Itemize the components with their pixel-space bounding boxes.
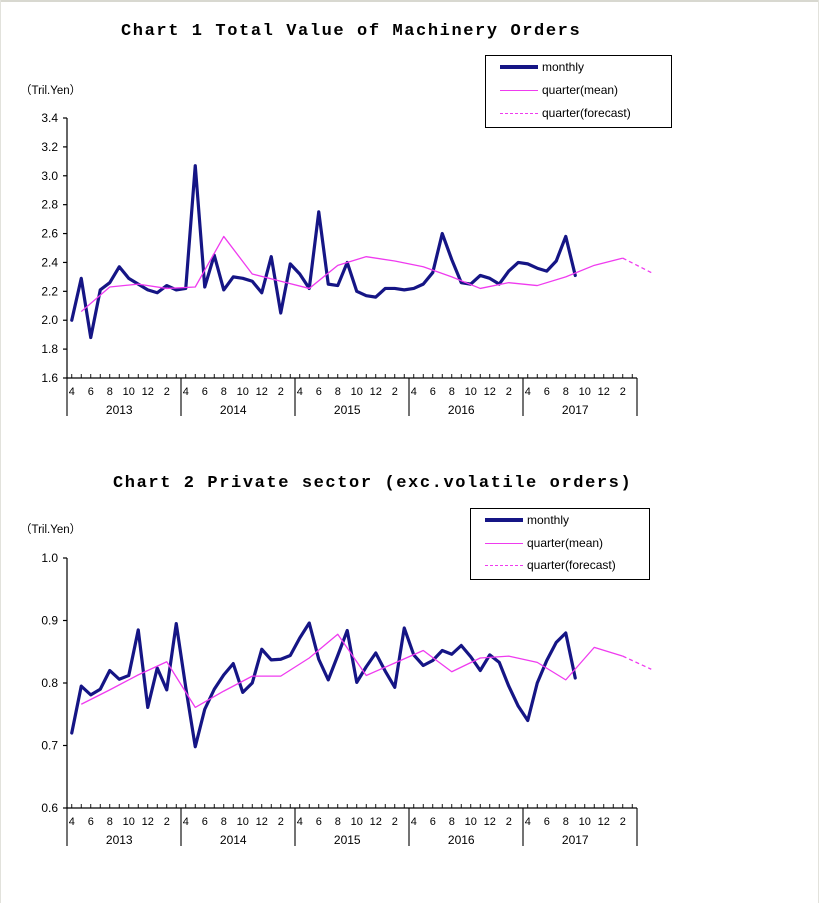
x-tick-month-label: 12	[598, 816, 610, 828]
x-axis-year-label: 2015	[334, 833, 361, 847]
x-tick-month-label: 4	[525, 386, 531, 398]
x-tick-month-label: 2	[506, 816, 512, 828]
x-tick-month-label: 4	[69, 816, 75, 828]
x-tick-month-label: 12	[256, 386, 268, 398]
x-tick-month-label: 4	[411, 386, 417, 398]
y-tick-label: 2.0	[41, 313, 58, 327]
chart1-plot: 3.4 3.2 3.0 2.8 2.6 2.4 2.2 2.0 1.8 1.6 4 6 8 10 12 2 20…	[0, 0, 819, 450]
x-tick-month-label: 2	[620, 386, 626, 398]
x-tick-month-label: 4	[525, 816, 531, 828]
x-tick-month-label: 2	[164, 386, 170, 398]
x-tick-month-label: 6	[544, 816, 550, 828]
x-tick-month-label: 6	[202, 816, 208, 828]
x-axis-year-label: 2016	[448, 403, 475, 417]
x-tick-month-label: 10	[465, 816, 477, 828]
x-tick-month-label: 2	[278, 386, 284, 398]
x-axis-year-label: 2014	[220, 403, 247, 417]
x-tick-month-label: 12	[142, 386, 154, 398]
x-tick-month-label: 8	[221, 816, 227, 828]
x-axis-year-label: 2017	[562, 833, 589, 847]
x-tick-month-label: 6	[430, 816, 436, 828]
monthly-series-line	[70, 164, 577, 340]
chart2-plot: 1.0 0.9 0.8 0.7 0.6 4 6 8 10 12 2 2013 4 6 8 10 12 2 2014 4…	[0, 450, 819, 903]
y-tick-label: 0.8	[41, 676, 58, 690]
x-tick-month-label: 8	[449, 816, 455, 828]
x-tick-month-label: 12	[598, 386, 610, 398]
x-tick-month-label: 2	[164, 816, 170, 828]
x-tick-month-label: 4	[297, 816, 303, 828]
x-tick-month-label: 10	[465, 386, 477, 398]
x-tick-month-label: 6	[316, 386, 322, 398]
quarter-forecast-series-line	[622, 257, 652, 274]
x-axis-year-label: 2017	[562, 403, 589, 417]
x-tick-month-label: 2	[620, 816, 626, 828]
x-tick-month-label: 10	[351, 816, 363, 828]
x-tick-month-label: 12	[370, 816, 382, 828]
x-tick-month-label: 12	[256, 816, 268, 828]
y-tick-label: 2.2	[41, 284, 58, 298]
x-tick-month-label: 6	[430, 386, 436, 398]
x-tick-month-label: 8	[335, 386, 341, 398]
chart1-svg: 3.4 3.2 3.0 2.8 2.6 2.4 2.2 2.0 1.8 1.6 4 6 8 10 12 2 20…	[41, 111, 652, 417]
x-tick-month-label: 2	[392, 386, 398, 398]
x-tick-month-label: 8	[107, 386, 113, 398]
x-tick-month-label: 10	[579, 386, 591, 398]
y-tick-label: 3.4	[41, 111, 58, 125]
y-tick-label: 2.8	[41, 198, 58, 212]
x-tick-month-label: 6	[316, 816, 322, 828]
x-tick-month-label: 8	[221, 386, 227, 398]
x-tick-month-label: 8	[563, 816, 569, 828]
page-root: Chart 1 Total Value of Machinery Orders …	[0, 0, 819, 903]
y-tick-label: 2.4	[41, 255, 58, 269]
y-tick-label: 1.8	[41, 342, 58, 356]
x-axis-year-label: 2016	[448, 833, 475, 847]
x-tick-month-label: 10	[123, 816, 135, 828]
chart2-svg: 1.0 0.9 0.8 0.7 0.6 4 6 8 10 12 2 2013 4 6 8 10 12 2 2014 4…	[41, 551, 652, 847]
x-tick-month-label: 2	[278, 816, 284, 828]
y-tick-label: 0.7	[41, 739, 58, 753]
x-tick-month-label: 8	[563, 386, 569, 398]
x-tick-month-label: 6	[202, 386, 208, 398]
x-tick-month-label: 8	[449, 386, 455, 398]
x-tick-month-label: 4	[183, 386, 189, 398]
x-axis-year-label: 2013	[106, 403, 133, 417]
x-tick-month-label: 4	[183, 816, 189, 828]
y-tick-label: 0.9	[41, 614, 58, 628]
x-tick-month-label: 8	[107, 816, 113, 828]
x-tick-month-label: 12	[142, 816, 154, 828]
x-tick-month-label: 4	[411, 816, 417, 828]
y-tick-label: 2.6	[41, 227, 58, 241]
y-tick-label: 0.6	[41, 801, 58, 815]
x-tick-month-label: 2	[392, 816, 398, 828]
x-axis-year-label: 2013	[106, 833, 133, 847]
x-tick-month-label: 10	[123, 386, 135, 398]
y-tick-label: 1.6	[41, 371, 58, 385]
x-tick-month-label: 10	[351, 386, 363, 398]
x-tick-month-label: 6	[88, 386, 94, 398]
x-tick-month-label: 4	[69, 386, 75, 398]
x-tick-month-label: 12	[370, 386, 382, 398]
x-tick-month-label: 10	[579, 816, 591, 828]
monthly-series-line	[70, 621, 577, 749]
y-tick-label: 3.0	[41, 169, 58, 183]
x-tick-month-label: 2	[506, 386, 512, 398]
x-tick-month-label: 6	[544, 386, 550, 398]
x-axis-year-label: 2014	[220, 833, 247, 847]
x-tick-month-label: 4	[297, 386, 303, 398]
x-tick-month-label: 6	[88, 816, 94, 828]
x-tick-month-label: 10	[237, 816, 249, 828]
x-tick-month-label: 12	[484, 816, 496, 828]
x-tick-month-label: 12	[484, 386, 496, 398]
quarter-forecast-series-line	[622, 655, 652, 670]
x-tick-month-label: 8	[335, 816, 341, 828]
y-tick-label: 3.2	[41, 140, 58, 154]
x-tick-month-label: 10	[237, 386, 249, 398]
y-tick-label: 1.0	[41, 551, 58, 565]
x-axis-year-label: 2015	[334, 403, 361, 417]
